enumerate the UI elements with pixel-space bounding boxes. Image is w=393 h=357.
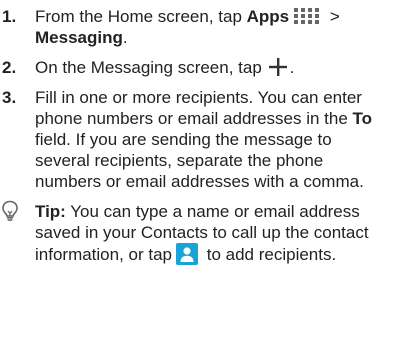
- tip-label: Tip:: [35, 202, 66, 221]
- plus-icon: [268, 58, 287, 76]
- instructions-document: 1. From the Home screen, tap Apps > Messa…: [0, 0, 393, 357]
- step-text: Fill in one or more recipients. You can …: [35, 88, 362, 128]
- separator: >: [325, 7, 340, 26]
- step-number: 1.: [2, 7, 17, 26]
- step-text-continued: field. If you are sending the message to…: [35, 130, 364, 191]
- step-1: 1. From the Home screen, tap Apps > Messa…: [0, 6, 393, 48]
- step-2: 2. On the Messaging screen, tap .: [0, 57, 393, 78]
- apps-grid-icon: [294, 8, 320, 24]
- step-3: 3. Fill in one or more recipients. You c…: [0, 87, 393, 192]
- step-end: .: [122, 28, 128, 47]
- apps-label: Apps: [246, 7, 290, 26]
- tip-text-continued: to add recipients.: [202, 245, 337, 264]
- step-text: From the Home screen, tap: [35, 7, 247, 26]
- lightbulb-icon: [2, 200, 18, 221]
- step-number: 3.: [2, 88, 17, 107]
- step-end: .: [289, 58, 295, 77]
- messaging-label: Messaging: [35, 28, 123, 47]
- step-number: 2.: [2, 58, 17, 77]
- to-field-label: To: [352, 109, 373, 128]
- contacts-icon: [176, 243, 199, 265]
- tip: Tip: You can type a name or email addres…: [0, 200, 393, 265]
- step-text: On the Messaging screen, tap: [35, 58, 262, 77]
